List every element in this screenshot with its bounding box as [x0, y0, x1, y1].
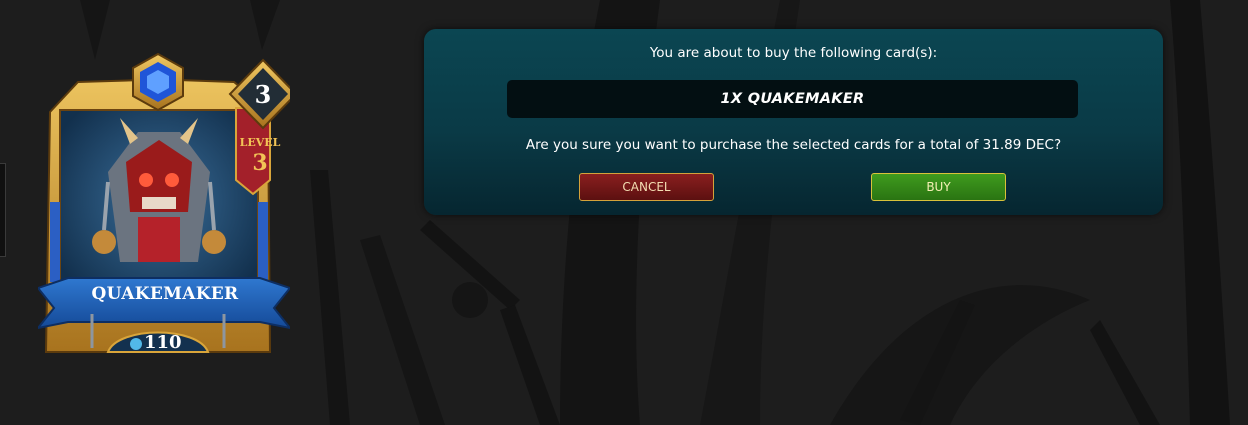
purchase-question: Are you sure you want to purchase the se… — [525, 137, 1062, 153]
side-panel-handle[interactable] — [0, 163, 6, 257]
buy-button[interactable]: BUY — [871, 173, 1006, 201]
card-rarity-number: 3 — [254, 80, 272, 109]
selected-card-line: 1X QUAKEMAKER — [720, 91, 865, 107]
card-level-number: 3 — [252, 150, 268, 176]
cancel-button[interactable]: CANCEL — [579, 173, 714, 201]
card-power-value: 110 — [144, 332, 182, 353]
card-name: QUAKEMAKER — [91, 284, 239, 304]
monster-card: 3 LEVEL 3 QUAKEMAKER 110 — [35, 52, 298, 370]
selected-card-summary: 1X QUAKEMAKER — [507, 80, 1078, 118]
purchase-confirm-dialog: You are about to buy the following card(… — [424, 29, 1163, 215]
card-level-word: LEVEL — [239, 136, 281, 149]
dialog-title: You are about to buy the following card(… — [649, 45, 938, 61]
